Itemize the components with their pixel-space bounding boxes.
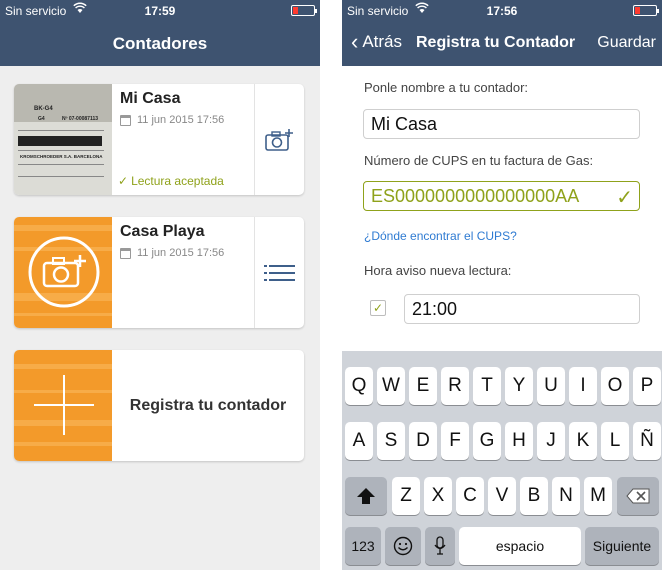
key-m[interactable]: M xyxy=(584,477,612,515)
key-j[interactable]: J xyxy=(537,422,565,460)
key-e[interactable]: E xyxy=(409,367,437,405)
check-icon: ✓ xyxy=(118,174,129,188)
meter-date: 11 jun 2015 17:56 xyxy=(120,247,224,259)
shift-key[interactable] xyxy=(345,477,387,515)
meter-name: Casa Playa xyxy=(120,223,205,240)
key-i[interactable]: I xyxy=(569,367,597,405)
cups-field[interactable]: ES0000000000000000AA ✓ xyxy=(363,181,640,211)
status-bar: Sin servicio 17:56 xyxy=(342,0,662,22)
readings-list-button[interactable] xyxy=(254,217,304,328)
key-f[interactable]: F xyxy=(441,422,469,460)
calendar-icon xyxy=(120,114,131,126)
delete-key[interactable] xyxy=(617,477,659,515)
key-o[interactable]: O xyxy=(601,367,629,405)
battery-icon xyxy=(291,5,317,16)
camera-button[interactable] xyxy=(254,84,304,195)
navbar: Sin servicio 17:59 Contadores xyxy=(0,0,320,66)
key-b[interactable]: B xyxy=(520,477,548,515)
key-d[interactable]: D xyxy=(409,422,437,460)
next-key[interactable]: Siguiente xyxy=(585,527,659,565)
key-n[interactable]: N xyxy=(552,477,580,515)
cups-help-link[interactable]: ¿Dónde encontrar el CUPS? xyxy=(364,229,517,243)
key-ñ[interactable]: Ñ xyxy=(633,422,661,460)
key-x[interactable]: X xyxy=(424,477,452,515)
meter-date: 11 jun 2015 17:56 xyxy=(120,114,224,126)
reminder-label: Hora aviso nueva lectura: xyxy=(364,263,512,278)
backspace-icon xyxy=(626,488,650,504)
camera-plus-icon xyxy=(28,236,100,308)
key-a[interactable]: A xyxy=(345,422,373,460)
microphone-icon xyxy=(434,536,446,555)
name-label: Ponle nombre a tu contador: xyxy=(364,80,529,95)
meter-name: Mi Casa xyxy=(120,90,181,107)
register-meter-card[interactable]: Registra tu contador xyxy=(14,350,304,461)
numbers-key[interactable]: 123 xyxy=(345,527,381,565)
check-icon: ✓ xyxy=(616,187,633,209)
register-placeholder xyxy=(14,350,112,461)
back-button[interactable]: ‹ Atrás xyxy=(351,29,402,54)
battery-icon xyxy=(633,5,659,16)
key-t[interactable]: T xyxy=(473,367,501,405)
cups-label: Número de CUPS en tu factura de Gas: xyxy=(364,153,594,168)
navbar: Sin servicio 17:56 ‹ Atrás Registra tu C… xyxy=(342,0,662,66)
dictation-key[interactable] xyxy=(425,527,455,565)
status-bar: Sin servicio 17:59 xyxy=(0,0,320,22)
key-r[interactable]: R xyxy=(441,367,469,405)
name-field[interactable]: Mi Casa xyxy=(363,109,640,139)
key-l[interactable]: L xyxy=(601,422,629,460)
reminder-time-field[interactable]: 21:00 xyxy=(404,294,640,324)
list-icon xyxy=(263,264,295,281)
emoji-key[interactable] xyxy=(385,527,421,565)
key-v[interactable]: V xyxy=(488,477,516,515)
camera-plus-icon xyxy=(264,128,293,151)
page-title: Contadores xyxy=(112,34,208,53)
key-w[interactable]: W xyxy=(377,367,405,405)
contadores-screen: Sin servicio 17:59 Contadores BK-G4 G4 N… xyxy=(0,0,320,570)
chevron-left-icon: ‹ xyxy=(351,29,359,54)
key-y[interactable]: Y xyxy=(505,367,533,405)
meter-card[interactable]: Casa Playa 11 jun 2015 17:56 xyxy=(14,217,304,328)
key-s[interactable]: S xyxy=(377,422,405,460)
plus-icon xyxy=(34,375,94,435)
clock: 17:56 xyxy=(486,4,518,18)
registro-screen: Sin servicio 17:56 ‹ Atrás Registra tu C… xyxy=(342,0,662,570)
key-z[interactable]: Z xyxy=(392,477,420,515)
emoji-icon xyxy=(393,536,413,556)
meter-photo-placeholder xyxy=(14,217,112,328)
space-key[interactable]: espacio xyxy=(459,527,581,565)
key-h[interactable]: H xyxy=(505,422,533,460)
key-k[interactable]: K xyxy=(569,422,597,460)
meter-card[interactable]: BK-G4 G4 Nº 07-00087113 KROMSCHROEDER S.… xyxy=(14,84,304,195)
reading-status: ✓ Lectura aceptada xyxy=(118,174,224,188)
key-u[interactable]: U xyxy=(537,367,565,405)
keyboard: QWERTYUIOP ASDFGHJKLÑ ZXCVBNM 123 espaci… xyxy=(342,351,662,570)
page-title: Registra tu Contador xyxy=(416,34,576,51)
reminder-checkbox[interactable]: ✓ xyxy=(370,300,386,316)
key-c[interactable]: C xyxy=(456,477,484,515)
clock: 17:59 xyxy=(144,4,176,18)
shift-icon xyxy=(357,488,375,504)
calendar-icon xyxy=(120,247,131,259)
meter-photo: BK-G4 G4 Nº 07-00087113 KROMSCHROEDER S.… xyxy=(14,84,112,195)
key-p[interactable]: P xyxy=(633,367,661,405)
key-q[interactable]: Q xyxy=(345,367,373,405)
key-g[interactable]: G xyxy=(473,422,501,460)
register-label: Registra tu contador xyxy=(129,396,287,414)
save-button[interactable]: Guardar xyxy=(597,34,656,52)
